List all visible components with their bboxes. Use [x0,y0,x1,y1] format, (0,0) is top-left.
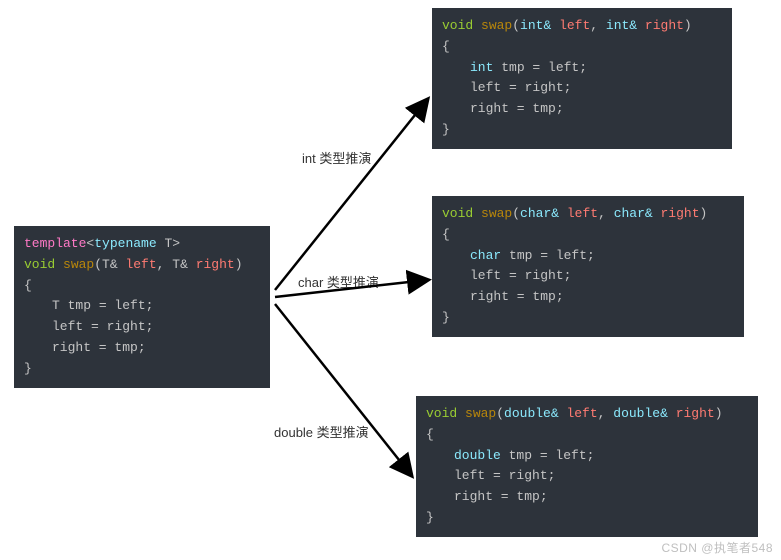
template-code-block: template<typename T> void swap(T& left, … [14,226,270,388]
function-name-swap: swap [55,257,94,272]
watermark-text: CSDN @执笔者548 [661,539,773,556]
param-left: left [125,257,156,272]
type-int: int& [520,18,551,33]
char-instantiation-block: void swap(char& left, char& right) { cha… [432,196,744,337]
double-instantiation-block: void swap(double& left, double& right) {… [416,396,758,537]
int-instantiation-block: void swap(int& left, int& right) { int t… [432,8,732,149]
keyword-void: void [24,257,55,272]
type-char: char& [520,206,559,221]
keyword-template: template [24,236,86,251]
keyword-typename: typename [94,236,156,251]
label-double: double 类型推演 [274,422,369,441]
label-int: int 类型推演 [302,148,371,167]
param-right: right [196,257,235,272]
type-double: double& [504,406,559,421]
label-char: char 类型推演 [298,272,379,291]
